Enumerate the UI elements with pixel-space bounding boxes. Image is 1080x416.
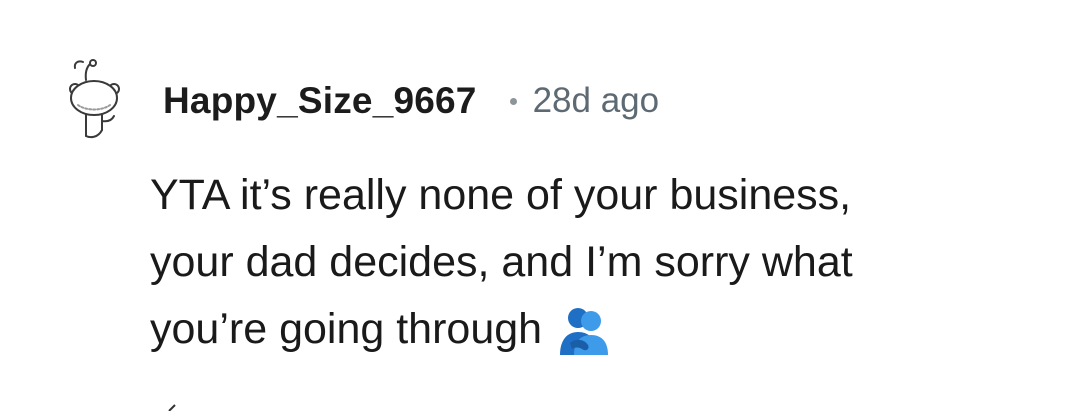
comment-meta: Happy_Size_9667 28d ago xyxy=(163,76,659,126)
people-hugging-emoji-icon xyxy=(558,305,610,357)
comment-body-line: YTA it’s really none of your business, xyxy=(150,171,852,219)
dot-separator-icon xyxy=(509,97,517,105)
snoo-avatar-icon[interactable] xyxy=(62,58,126,142)
action-bar-peek xyxy=(157,398,217,412)
author-username[interactable]: Happy_Size_9667 xyxy=(163,80,477,122)
comment-body-line: your dad decides, and I’m sorry what xyxy=(150,238,853,286)
comment: Happy_Size_9667 28d ago YTA it’s really … xyxy=(0,0,1080,412)
comment-body: YTA it’s really none of your business, y… xyxy=(150,162,1010,363)
comment-body-line: you’re going through xyxy=(150,296,1010,363)
comment-timestamp: 28d ago xyxy=(532,81,660,120)
